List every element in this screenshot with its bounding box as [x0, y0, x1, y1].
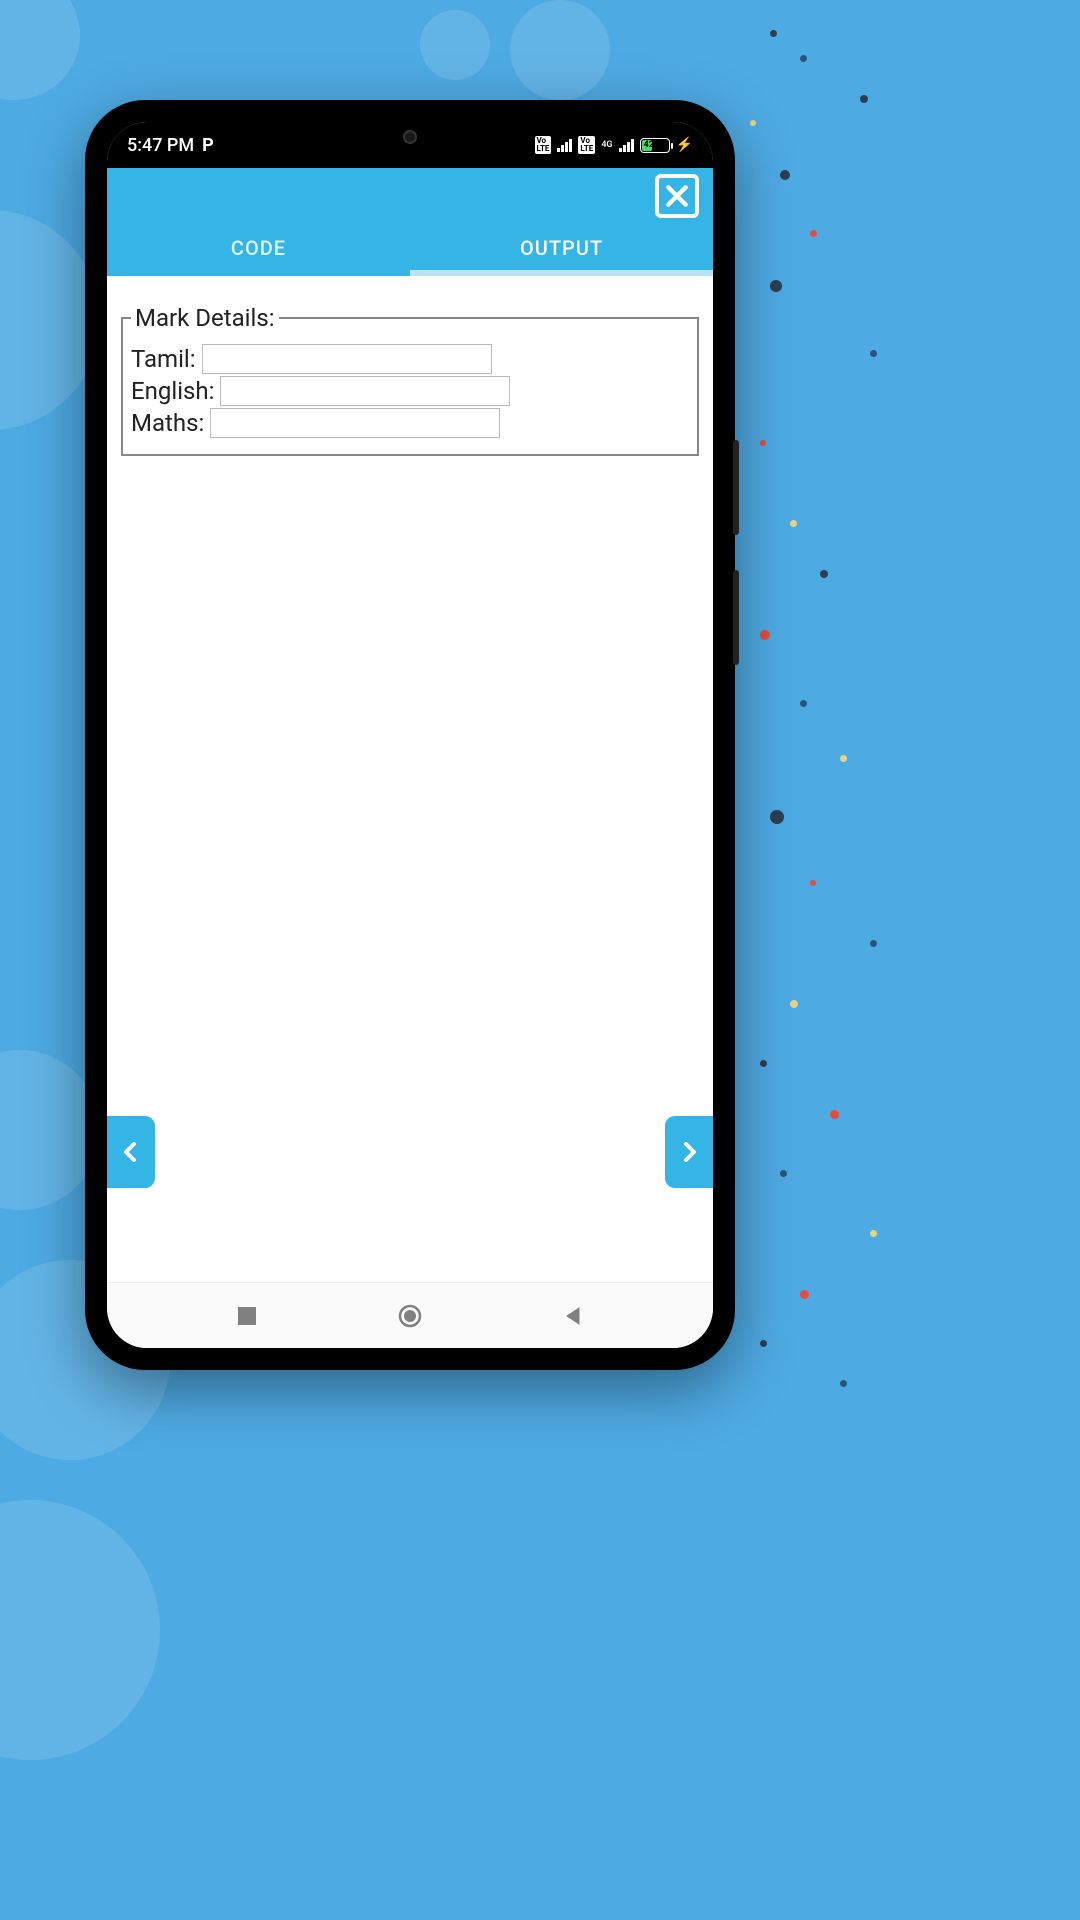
bg-dot	[820, 570, 828, 578]
bg-dot	[860, 95, 868, 103]
bg-dot	[800, 1290, 809, 1299]
bg-dot	[840, 755, 847, 762]
bg-dot	[750, 120, 756, 126]
bg-dot	[780, 1170, 787, 1177]
android-recent-button[interactable]	[235, 1304, 259, 1328]
field-row-tamil: Tamil:	[131, 344, 689, 374]
fieldset-legend: Mark Details:	[131, 304, 279, 332]
bg-dot	[780, 170, 790, 180]
front-camera	[403, 130, 417, 144]
signal-icon	[557, 138, 572, 152]
field-row-english: English:	[131, 376, 689, 406]
volte-icon: VoLTE	[578, 136, 595, 154]
charging-icon: ⚡	[676, 137, 693, 153]
bg-dot	[770, 30, 777, 37]
bg-dot	[760, 1340, 767, 1347]
battery-icon: 42	[640, 138, 670, 153]
signal-icon	[619, 138, 634, 152]
bg-dot	[830, 1110, 839, 1119]
phone-side-button	[733, 440, 739, 535]
phone-side-button	[733, 570, 739, 665]
volte-icon: VoLTE	[535, 136, 552, 154]
bg-dot	[840, 1380, 847, 1387]
bg-dot	[870, 1230, 877, 1237]
android-p-icon: P	[202, 135, 214, 156]
bg-bubble	[0, 0, 80, 100]
bg-bubble	[420, 10, 490, 80]
close-button[interactable]	[655, 174, 699, 218]
bg-dot	[790, 520, 797, 527]
tab-code[interactable]: CODE	[107, 220, 410, 276]
android-nav-bar	[107, 1282, 713, 1348]
input-tamil[interactable]	[202, 344, 492, 374]
phone-frame: 5:47 PM P VoLTE VoLTE 4G 42 ⚡	[85, 100, 735, 1370]
app-header: CODE OUTPUT	[107, 168, 713, 276]
chevron-left-icon	[119, 1140, 143, 1164]
label-tamil: Tamil:	[131, 345, 196, 373]
input-maths[interactable]	[210, 408, 500, 438]
bg-bubble	[0, 1500, 160, 1760]
phone-notch	[305, 122, 515, 152]
tab-output[interactable]: OUTPUT	[410, 220, 713, 276]
bg-dot	[810, 230, 817, 237]
bg-dot	[810, 880, 816, 886]
phone-screen: 5:47 PM P VoLTE VoLTE 4G 42 ⚡	[107, 122, 713, 1348]
label-english: English:	[131, 377, 214, 405]
bg-dot	[760, 1060, 767, 1067]
bg-dot	[800, 700, 807, 707]
label-maths: Maths:	[131, 409, 204, 437]
bg-dot	[870, 940, 877, 947]
bg-dot	[790, 1000, 798, 1008]
input-english[interactable]	[220, 376, 510, 406]
tab-bar: CODE OUTPUT	[107, 220, 713, 276]
prev-button[interactable]	[107, 1116, 155, 1188]
bg-bubble	[510, 0, 610, 100]
close-icon	[664, 183, 690, 209]
android-home-button[interactable]	[396, 1302, 424, 1330]
output-panel: Mark Details: Tamil: English: Maths:	[107, 276, 713, 1282]
tab-output-label: OUTPUT	[520, 236, 603, 260]
bg-dot	[760, 440, 766, 446]
mark-details-fieldset: Mark Details: Tamil: English: Maths:	[121, 304, 699, 456]
android-back-button[interactable]	[561, 1304, 585, 1328]
bg-dot	[770, 280, 782, 292]
bg-dot	[760, 630, 770, 640]
bg-dot	[770, 810, 784, 824]
field-row-maths: Maths:	[131, 408, 689, 438]
chevron-right-icon	[677, 1140, 701, 1164]
tab-code-label: CODE	[231, 236, 286, 260]
next-button[interactable]	[665, 1116, 713, 1188]
status-time: 5:47 PM	[127, 135, 194, 156]
bg-dot	[800, 55, 807, 62]
bg-dot	[870, 350, 877, 357]
network-type: 4G	[601, 141, 612, 150]
